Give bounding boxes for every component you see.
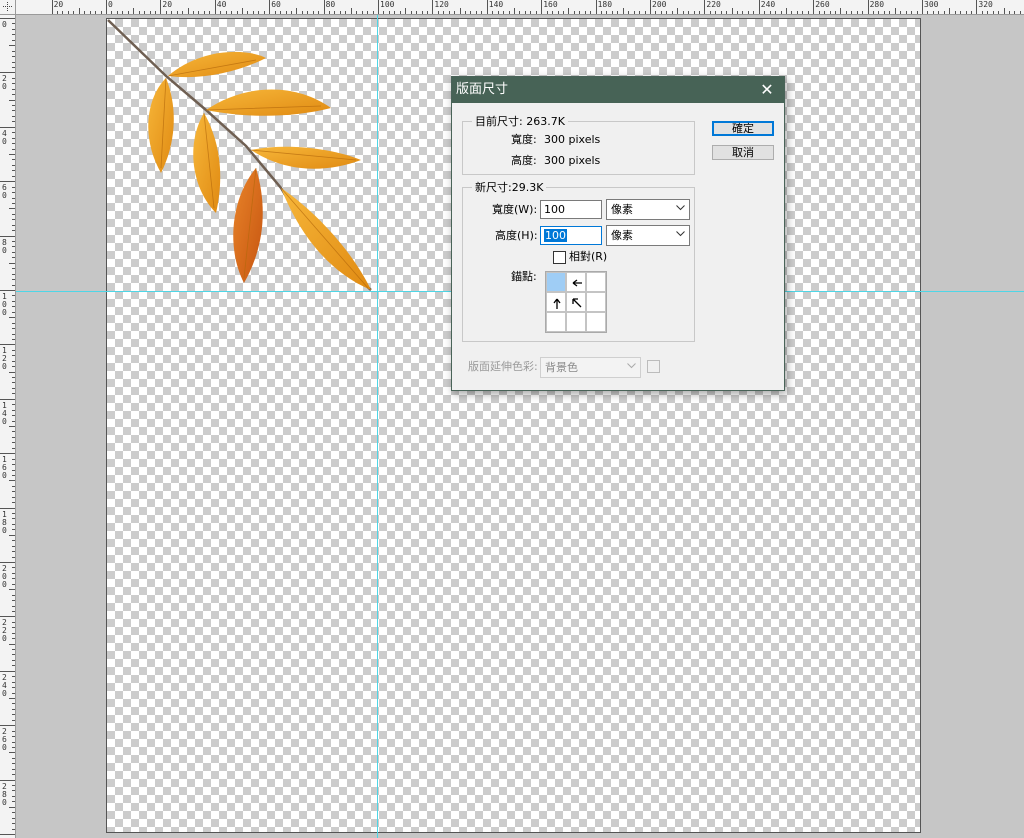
ruler-left-label: 200 [2, 564, 7, 589]
ruler-top-label: 60 [271, 0, 281, 9]
ruler-top-label: 100 [380, 0, 395, 9]
ruler-left-label: 80 [2, 237, 7, 255]
vertical-guide[interactable] [377, 15, 378, 838]
ruler-left-label: 140 [2, 400, 7, 426]
ok-button-label: 確定 [732, 122, 754, 135]
ruler-top-label: 240 [760, 0, 776, 9]
anchor-top-center[interactable] [566, 272, 586, 292]
relative-checkbox[interactable] [553, 251, 566, 264]
relative-label[interactable]: 相對(R) [569, 250, 607, 264]
ruler-left-label: 220 [2, 618, 7, 644]
dialog-title: 版面尺寸 [456, 82, 509, 97]
ok-button[interactable]: 確定 [712, 121, 774, 136]
ruler-left-label: 100 [2, 292, 7, 317]
ruler-left-label: 0 [2, 20, 7, 29]
ruler-top-label: 280 [869, 0, 885, 9]
ruler-top-label: 120 [434, 0, 449, 9]
height-unit-select[interactable]: 像素 [606, 225, 690, 246]
arrow-up-icon [553, 298, 561, 309]
height-unit-value: 像素 [611, 229, 633, 242]
chevron-down-icon [676, 205, 685, 211]
ruler-left-label: 20 [2, 74, 7, 92]
anchor-top-right[interactable] [586, 272, 606, 292]
ruler-origin-icon [3, 2, 12, 11]
width-input[interactable]: 100 [540, 200, 602, 219]
anchor-bottom-right[interactable] [586, 312, 606, 332]
width-label: 寬度(W): [492, 203, 538, 216]
anchor-bottom-center[interactable] [566, 312, 586, 332]
chevron-down-icon [627, 363, 636, 369]
ruler-left-label: 280 [2, 781, 7, 807]
vertical-ruler[interactable]: 0 20 40 60 80 100 120 140 160 180 200 220 240 260 280 [0, 15, 16, 838]
anchor-middle-left[interactable] [546, 292, 566, 312]
ruler-top-label: 260 [815, 0, 830, 9]
extension-color-label: 版面延伸色彩: [468, 360, 538, 373]
close-button[interactable]: ✕ [750, 77, 784, 103]
leaf-branch-image [107, 19, 372, 291]
width-input-value: 100 [544, 203, 565, 216]
anchor-top-left[interactable] [546, 272, 566, 292]
height-label: 高度(H): [495, 229, 538, 242]
current-height-label: 高度: [511, 154, 537, 167]
ruler-top-label: 300 [924, 0, 939, 9]
dialog-title-bar[interactable]: 版面尺寸 ✕ [452, 77, 784, 103]
width-unit-value: 像素 [611, 203, 633, 216]
extension-color-select[interactable]: 背景色 [540, 357, 641, 378]
canvas-size-dialog: 版面尺寸 ✕ 目前尺寸: 263.7K 寬度: 300 pixels 高度: 3… [451, 76, 785, 391]
ruler-top-label: 160 [543, 0, 558, 9]
extension-color-value: 背景色 [545, 361, 578, 374]
ruler-top-label: 20 [53, 0, 64, 9]
ruler-left-label: 260 [2, 727, 7, 753]
ruler-left-label: 60 [2, 183, 7, 201]
ruler-top-label: 180 [597, 0, 613, 9]
cancel-button[interactable]: 取消 [712, 145, 774, 160]
ruler-top-label: 200 [652, 0, 667, 9]
anchor-center[interactable] [566, 292, 586, 312]
ruler-top-label: 80 [325, 0, 336, 9]
ruler-left-label: 160 [2, 455, 7, 481]
width-unit-select[interactable]: 像素 [606, 199, 690, 220]
ruler-origin-corner[interactable] [0, 0, 16, 15]
horizontal-ruler[interactable]: 20 0 20 40 60 80 100 120 140 160 180 200 220 240 260 28… [0, 0, 1024, 15]
ruler-top-label: 140 [488, 0, 504, 9]
ruler-left-label: 240 [2, 672, 7, 698]
cancel-button-label: 取消 [732, 146, 754, 159]
anchor-middle-right[interactable] [586, 292, 606, 312]
close-icon: ✕ [760, 80, 774, 99]
ruler-left-label: 180 [2, 509, 7, 535]
current-width-value: 300 pixels [544, 133, 601, 146]
height-input-value: 100 [544, 229, 567, 242]
ruler-top-label: 220 [706, 0, 721, 9]
anchor-bottom-left[interactable] [546, 312, 566, 332]
ruler-top-label: 40 [216, 0, 227, 9]
anchor-label: 錨點: [511, 270, 537, 283]
arrow-left-icon [572, 279, 582, 287]
ruler-left-label: 40 [2, 128, 7, 146]
anchor-grid [545, 271, 607, 333]
ruler-top-label: 20 [162, 0, 173, 9]
ruler-top-label: 320 [978, 0, 993, 9]
new-size-label: 新尺寸:29.3K [472, 181, 547, 194]
current-size-group: 目前尺寸: 263.7K 寬度: 300 pixels 高度: 300 pixe… [462, 115, 695, 175]
extension-color-swatch[interactable] [647, 360, 660, 373]
ruler-left-label: 120 [2, 346, 7, 372]
height-input[interactable]: 100 [540, 226, 602, 245]
current-height-value: 300 pixels [544, 154, 601, 167]
arrow-up-left-icon [572, 298, 582, 308]
chevron-down-icon [676, 231, 685, 237]
ruler-top-label: 0 [108, 0, 113, 9]
current-width-label: 寬度: [511, 133, 537, 146]
current-size-label: 目前尺寸: 263.7K [472, 115, 568, 128]
